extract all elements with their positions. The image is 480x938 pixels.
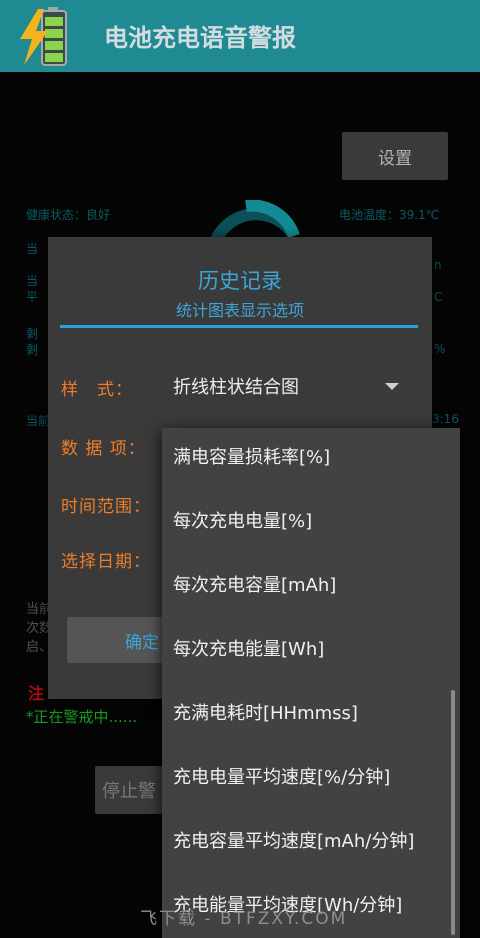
alert-status: *正在警戒中...... (26, 708, 138, 726)
dialog-title: 历史记录 (198, 269, 282, 293)
bg-fragment: C (434, 290, 443, 304)
bg-fragment: 剩 (26, 327, 39, 341)
dropdown-option[interactable]: 充满电耗时[HHmmss] (173, 682, 358, 746)
dialog-divider (60, 325, 418, 328)
dropdown-option[interactable]: 每次充电容量[mAh] (173, 554, 336, 618)
bg-fragment: 平 (26, 290, 39, 304)
bg-fragment: 剩 (26, 343, 39, 357)
bg-fragment: 当 (26, 274, 39, 288)
data-item-label: 数 据 项： (61, 439, 146, 459)
dropdown-option[interactable]: 满电容量损耗率[%] (173, 428, 330, 490)
battery-temperature: 电池温度：39.1℃ (339, 208, 440, 222)
battery-charging-icon (14, 5, 84, 71)
bg-fragment: n (434, 258, 442, 272)
settings-button[interactable]: 设置 (342, 132, 448, 180)
data-item-dropdown: 满电容量损耗率[%] 每次充电电量[%] 每次充电容量[mAh] 每次充电能量[… (162, 428, 460, 938)
dropdown-scrollbar[interactable] (451, 690, 455, 935)
chevron-down-icon[interactable] (385, 383, 399, 390)
bg-fragment: % (434, 342, 446, 356)
health-status: 健康状态：良好 (26, 208, 111, 222)
time-range-label: 时间范围： (61, 497, 151, 517)
bg-fragment: 当前 (26, 414, 51, 428)
bg-fragment: 当 (26, 242, 39, 256)
dropdown-option[interactable]: 充电容量平均速度[mAh/分钟] (173, 810, 414, 874)
dialog-subtitle: 统计图表显示选项 (175, 301, 304, 320)
dropdown-option[interactable]: 每次充电能量[Wh] (173, 618, 324, 682)
dropdown-option[interactable]: 每次充电电量[%] (173, 490, 312, 554)
warning-fragment: 注 (28, 684, 45, 703)
stop-alert-button[interactable]: 停止警 (95, 766, 163, 814)
app-bar: 电池充电语音警报 (0, 0, 480, 72)
app-title: 电池充电语音警报 (104, 24, 296, 52)
dropdown-option[interactable]: 充电电量平均速度[%/分钟] (173, 746, 390, 810)
style-select[interactable]: 折线柱状结合图 (173, 373, 299, 399)
watermark: 飞下载 - BTFZXY.COM (140, 909, 348, 929)
select-date-label: 选择日期： (61, 552, 151, 572)
style-label: 样 式： (61, 380, 133, 400)
bg-fragment: 3:16 (432, 412, 459, 426)
